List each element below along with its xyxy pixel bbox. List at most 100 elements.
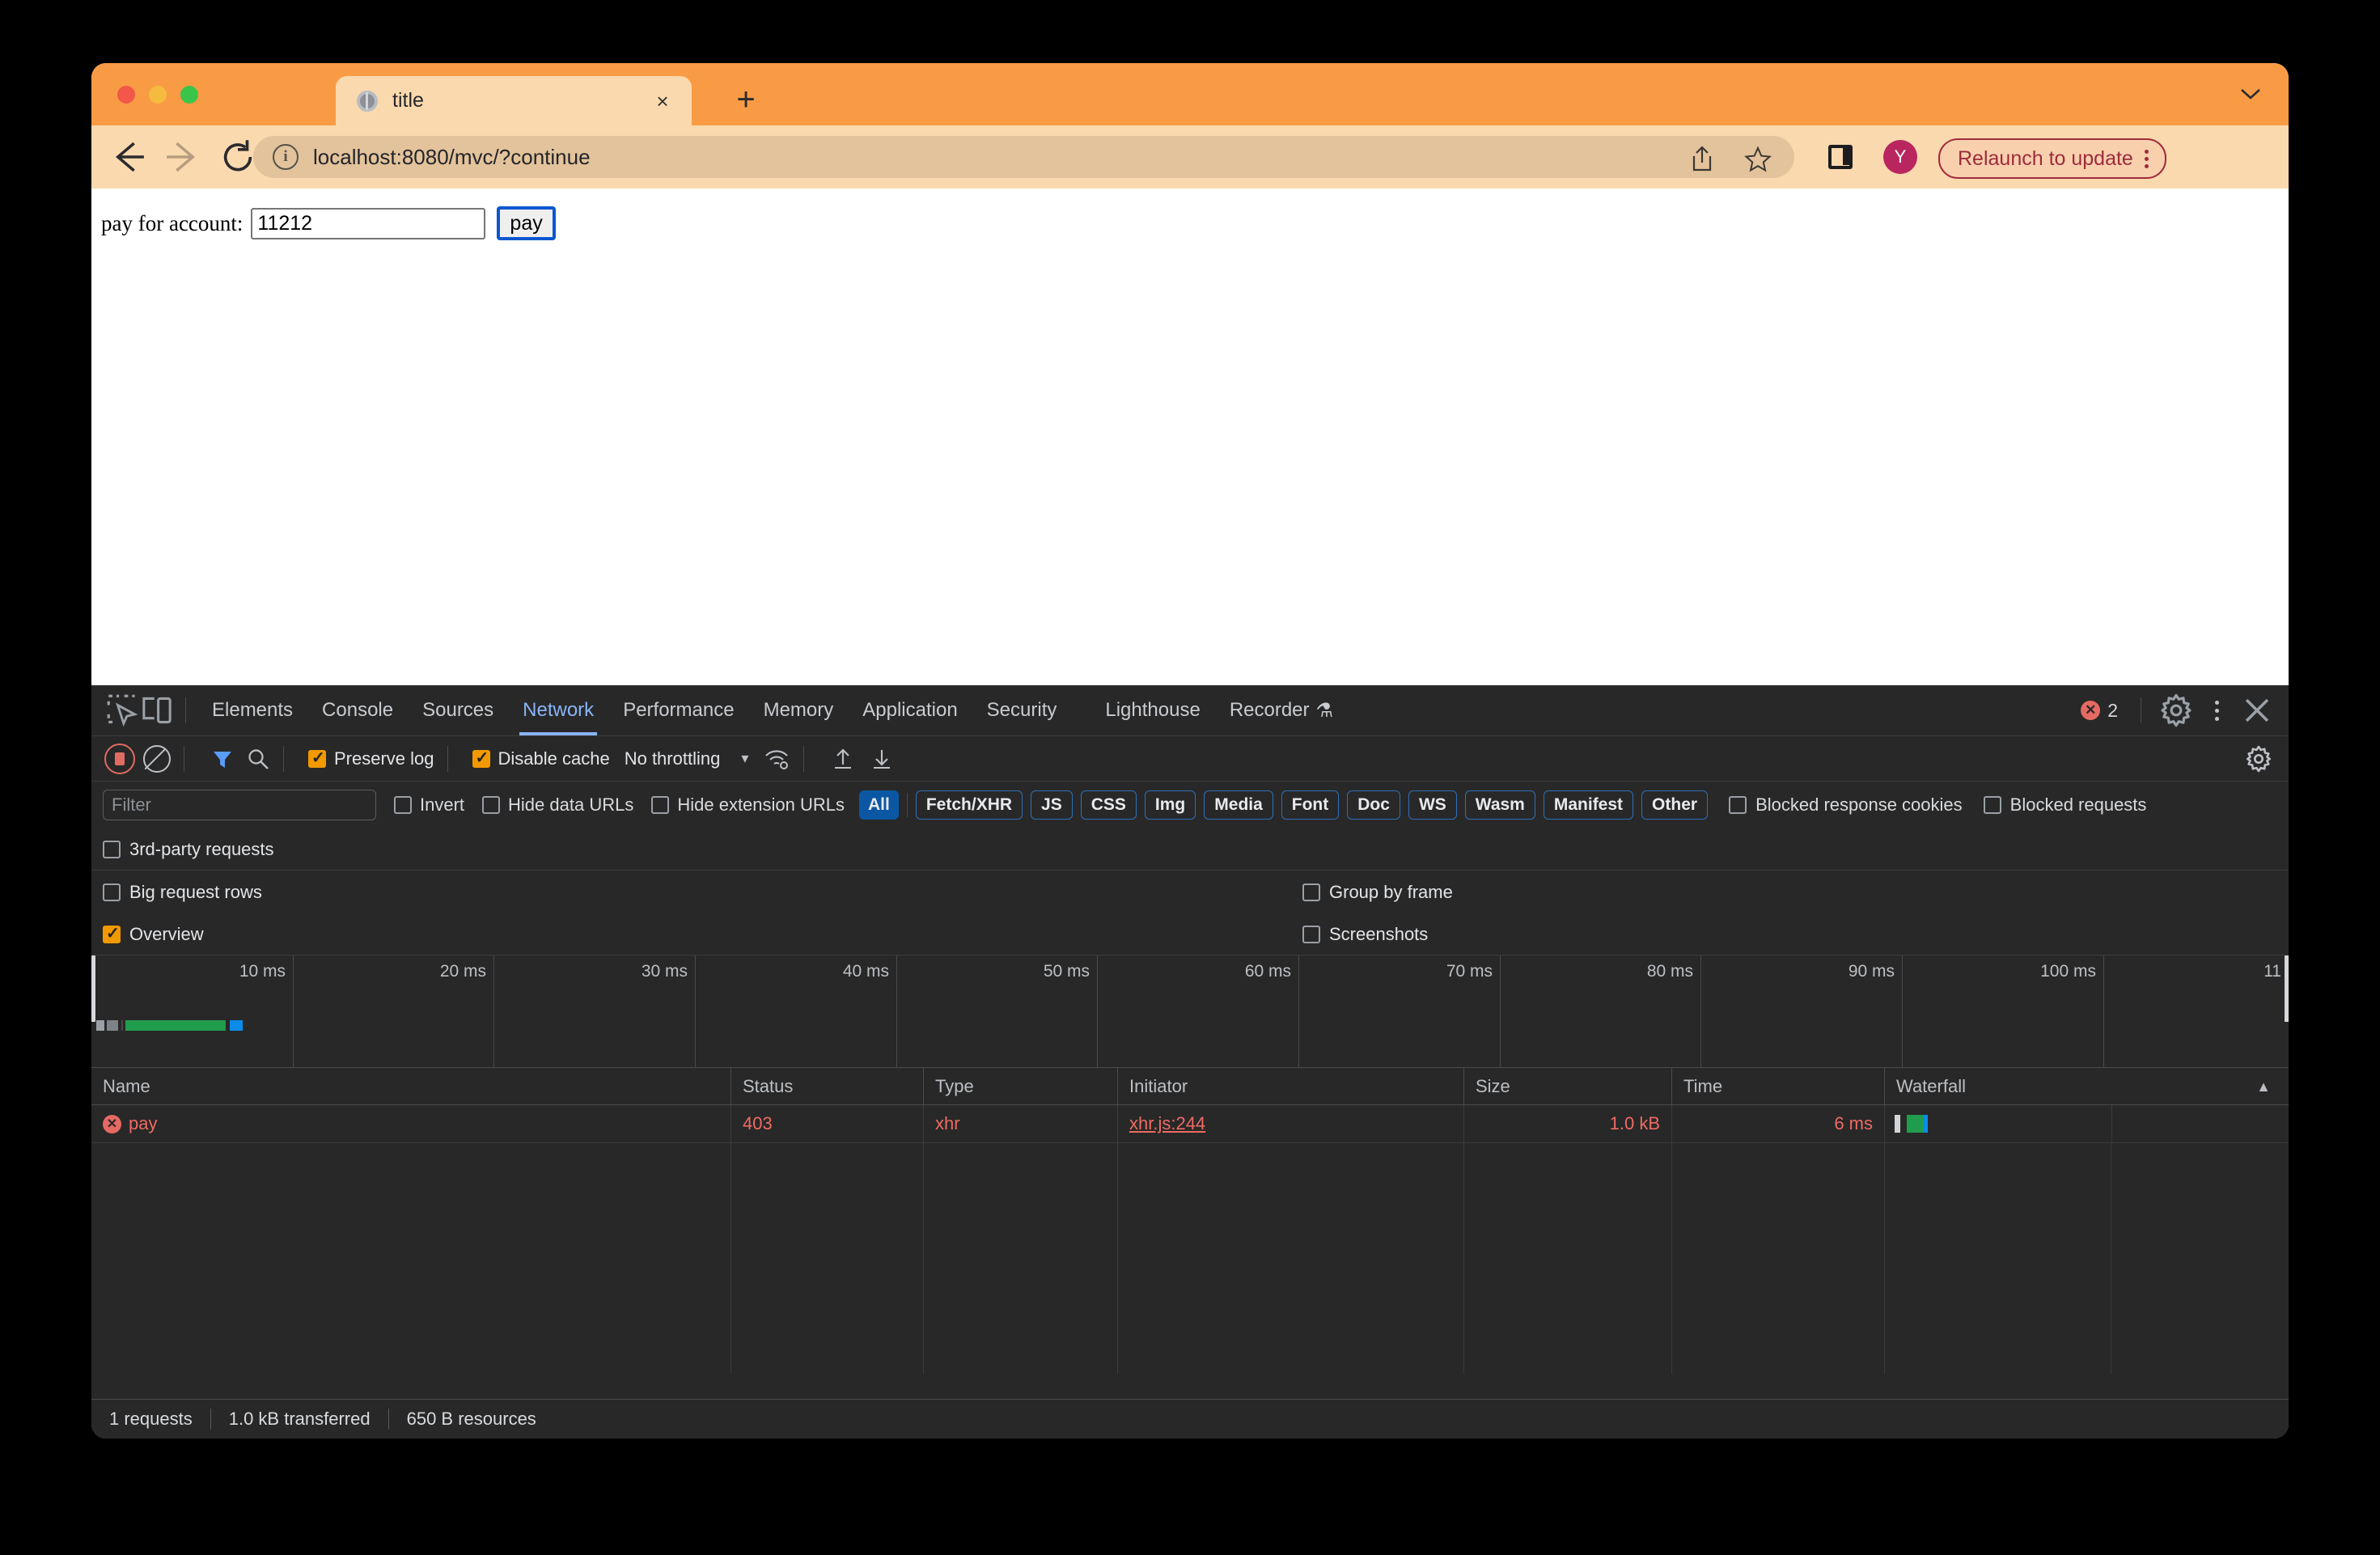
tab-console[interactable]: Console bbox=[307, 685, 408, 735]
site-info-icon[interactable]: i bbox=[273, 144, 299, 170]
type-filter-manifest[interactable]: Manifest bbox=[1543, 790, 1634, 820]
search-icon[interactable] bbox=[246, 747, 270, 771]
network-conditions-icon[interactable] bbox=[764, 747, 790, 771]
type-filter-css[interactable]: CSS bbox=[1080, 790, 1137, 820]
overview-tick-label: 30 ms bbox=[641, 962, 688, 981]
url-text: localhost:8080/mvc/?continue bbox=[313, 144, 591, 169]
blocked-response-cookies-checkbox[interactable]: Blocked response cookies bbox=[1729, 794, 1963, 816]
type-filter-doc[interactable]: Doc bbox=[1347, 790, 1400, 820]
overview-checkbox[interactable]: Overview bbox=[103, 923, 204, 945]
record-stop-icon[interactable] bbox=[104, 743, 135, 774]
chevron-down-icon[interactable]: ▾ bbox=[741, 750, 748, 767]
tab-recorder[interactable]: Recorder ⚗ bbox=[1215, 685, 1348, 735]
overview-gridline bbox=[1097, 955, 1098, 1067]
network-overview-timeline[interactable]: 10 ms 20 ms 30 ms 40 ms 50 ms 60 ms 70 m… bbox=[91, 955, 2289, 1067]
type-filter-font[interactable]: Font bbox=[1281, 790, 1340, 820]
back-icon[interactable] bbox=[109, 138, 146, 176]
divider bbox=[283, 745, 284, 772]
overview-request-bar bbox=[96, 1020, 243, 1031]
type-filter-img[interactable]: Img bbox=[1144, 790, 1196, 820]
overview-left-handle[interactable] bbox=[91, 955, 95, 1022]
throttling-select[interactable]: No throttling bbox=[625, 748, 721, 769]
table-row[interactable]: ✕ pay 403 xhr xhr.js:244 1.0 kB 6 ms bbox=[91, 1105, 2289, 1143]
overview-segment-download bbox=[125, 1020, 226, 1031]
column-header-name[interactable]: Name bbox=[91, 1068, 731, 1104]
tab-network[interactable]: Network bbox=[508, 685, 608, 735]
column-header-status[interactable]: Status bbox=[731, 1068, 923, 1104]
tab-lighthouse[interactable]: Lighthouse bbox=[1090, 685, 1214, 735]
tab-performance[interactable]: Performance bbox=[608, 685, 748, 735]
status-requests: 1 requests bbox=[109, 1409, 193, 1429]
error-count-badge[interactable]: ✕ 2 bbox=[2081, 700, 2118, 722]
invert-checkbox[interactable]: Invert bbox=[394, 794, 464, 816]
close-icon[interactable]: × bbox=[651, 90, 674, 112]
tab-elements[interactable]: Elements bbox=[197, 685, 307, 735]
blocked-requests-checkbox[interactable]: Blocked requests bbox=[1983, 794, 2146, 816]
hide-data-urls-checkbox[interactable]: Hide data URLs bbox=[482, 794, 633, 816]
column-header-type[interactable]: Type bbox=[923, 1068, 1117, 1104]
initiator-link[interactable]: xhr.js:244 bbox=[1129, 1113, 1205, 1134]
type-filter-all[interactable]: All bbox=[859, 790, 899, 820]
minimize-window-button[interactable] bbox=[149, 86, 167, 104]
cell-name[interactable]: ✕ pay bbox=[91, 1105, 731, 1142]
filter-funnel-icon[interactable] bbox=[210, 747, 235, 771]
group-by-frame-checkbox[interactable]: Group by frame bbox=[1302, 882, 1453, 903]
hide-extension-urls-checkbox[interactable]: Hide extension URLs bbox=[651, 794, 845, 816]
overview-segment-domcontentloaded bbox=[230, 1020, 243, 1031]
new-tab-button[interactable]: + bbox=[732, 83, 760, 116]
overview-gridline bbox=[1700, 955, 1701, 1067]
gear-icon[interactable] bbox=[2159, 693, 2193, 727]
preserve-log-checkbox[interactable]: Preserve log bbox=[308, 748, 434, 769]
column-header-time[interactable]: Time bbox=[1671, 1068, 1884, 1104]
column-header-size[interactable]: Size bbox=[1463, 1068, 1671, 1104]
checkbox-indicator bbox=[103, 883, 121, 901]
maximize-window-button[interactable] bbox=[180, 86, 198, 104]
column-header-initiator[interactable]: Initiator bbox=[1117, 1068, 1463, 1104]
account-input[interactable] bbox=[251, 207, 486, 239]
tab-security[interactable]: Security bbox=[972, 685, 1072, 735]
browser-tab[interactable]: title × bbox=[336, 76, 692, 125]
devtools-more-kebab-icon[interactable] bbox=[2200, 693, 2234, 727]
pay-button[interactable]: pay bbox=[497, 206, 556, 240]
hide-extension-urls-label: Hide extension URLs bbox=[677, 794, 845, 815]
browser-toolbar: i localhost:8080/mvc/?continue Y Relaunc… bbox=[91, 125, 2289, 189]
network-settings-gear-icon[interactable] bbox=[2245, 745, 2272, 773]
device-toolbar-icon[interactable] bbox=[140, 693, 174, 727]
bookmark-star-icon[interactable] bbox=[1744, 146, 1772, 173]
import-har-icon[interactable] bbox=[832, 747, 854, 771]
reload-icon[interactable] bbox=[219, 138, 256, 176]
chevron-down-icon[interactable] bbox=[2240, 87, 2261, 100]
overview-tick-label: 20 ms bbox=[439, 962, 486, 981]
third-party-requests-checkbox[interactable]: 3rd-party requests bbox=[103, 839, 274, 860]
avatar[interactable]: Y bbox=[1883, 140, 1917, 174]
checkbox-indicator bbox=[394, 795, 412, 814]
filter-input[interactable] bbox=[103, 789, 376, 820]
cell-initiator[interactable]: xhr.js:244 bbox=[1117, 1105, 1463, 1142]
column-header-waterfall[interactable]: Waterfall ▲ bbox=[1884, 1068, 2289, 1104]
tab-application[interactable]: Application bbox=[848, 685, 972, 735]
disable-cache-checkbox[interactable]: Disable cache bbox=[472, 748, 610, 769]
type-filter-ws[interactable]: WS bbox=[1408, 790, 1457, 820]
relaunch-to-update-button[interactable]: Relaunch to update bbox=[1938, 138, 2166, 179]
type-filter-js[interactable]: JS bbox=[1031, 790, 1073, 820]
address-bar[interactable]: i localhost:8080/mvc/?continue bbox=[253, 136, 1794, 178]
chrome-menu-kebab-icon[interactable] bbox=[2144, 149, 2149, 168]
type-filter-fetch-xhr[interactable]: Fetch/XHR bbox=[915, 790, 1023, 820]
export-har-icon[interactable] bbox=[870, 747, 893, 771]
screenshots-checkbox[interactable]: Screenshots bbox=[1302, 924, 1428, 945]
tab-memory[interactable]: Memory bbox=[749, 685, 849, 735]
type-filter-other[interactable]: Other bbox=[1641, 790, 1709, 820]
type-filter-wasm[interactable]: Wasm bbox=[1464, 790, 1535, 820]
options-row-1: 3rd-party requests bbox=[91, 828, 2289, 870]
close-devtools-icon[interactable] bbox=[2240, 693, 2274, 727]
inspect-element-icon[interactable] bbox=[106, 693, 140, 727]
tab-label: Lighthouse bbox=[1105, 699, 1201, 721]
side-panel-icon[interactable] bbox=[1828, 145, 1853, 169]
close-window-button[interactable] bbox=[117, 86, 135, 104]
clear-network-log-icon[interactable] bbox=[143, 744, 171, 773]
type-filter-media[interactable]: Media bbox=[1204, 790, 1273, 820]
big-request-rows-checkbox[interactable]: Big request rows bbox=[103, 882, 262, 903]
tab-sources[interactable]: Sources bbox=[408, 685, 508, 735]
share-icon[interactable] bbox=[1689, 145, 1715, 172]
forward-icon[interactable] bbox=[164, 138, 201, 176]
